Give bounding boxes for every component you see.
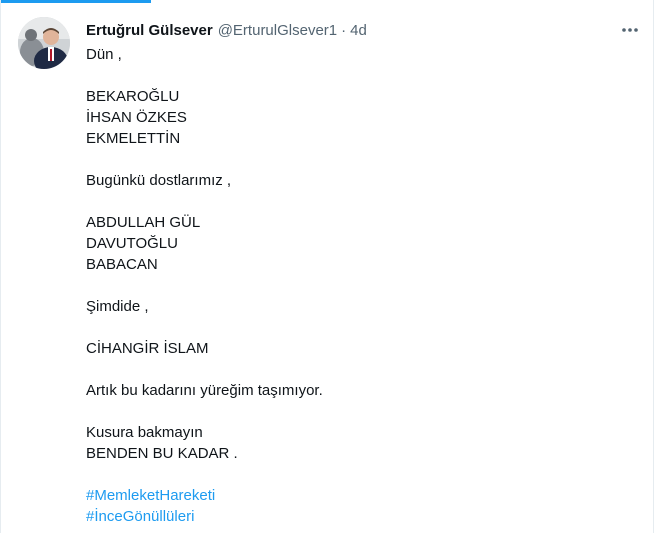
separator-dot: · <box>341 22 347 39</box>
hashtag-link-incegonulluleri[interactable]: #İnceGönüllüleri <box>86 508 194 525</box>
tweet-header: Ertuğrul Gülsever @ErturulGlsever1 · 4d <box>86 20 367 42</box>
tweet-timestamp[interactable]: 4d <box>350 20 367 42</box>
active-tab-indicator <box>1 0 151 3</box>
tweet-line: Bugünkü dostlarımız , <box>86 172 232 189</box>
hashtag-line: #MemleketHareketi <box>86 485 631 506</box>
tweet-line: ABDULLAH GÜL <box>86 214 201 231</box>
tweet-line: BENDEN BU KADAR . <box>86 445 238 462</box>
tweet-line: EKMELETTİN <box>86 130 181 147</box>
tweet-text: Dün , BEKAROĞLU İHSAN ÖZKES EKMELETTİN B… <box>86 44 631 527</box>
hashtag-link-memlekethareketi[interactable]: #MemleketHareketi <box>86 487 215 504</box>
tweet-line: Kusura bakmayın <box>86 424 203 441</box>
tweet-line: İHSAN ÖZKES <box>86 109 187 126</box>
more-horizontal-icon <box>622 28 638 32</box>
tweet-line: BABACAN <box>86 256 158 273</box>
tweet-line: CİHANGİR İSLAM <box>86 340 209 357</box>
tweet-line: Şimdide , <box>86 298 149 315</box>
avatar-photo <box>18 17 70 69</box>
tweet-line: Artık bu kadarını yüreğim taşımıyor. <box>86 382 323 399</box>
tweet-line: DAVUTOĞLU <box>86 235 178 252</box>
author-handle[interactable]: @ErturulGlsever1 <box>218 20 337 42</box>
tweet-card[interactable]: Ertuğrul Gülsever @ErturulGlsever1 · 4d … <box>0 0 654 533</box>
more-options-button[interactable] <box>616 20 644 40</box>
author-name[interactable]: Ertuğrul Gülsever <box>86 20 213 42</box>
tweet-line: BEKAROĞLU <box>86 88 180 105</box>
hashtag-line: #İnceGönüllüleri <box>86 506 631 527</box>
tweet-line: Dün , <box>86 46 122 63</box>
avatar[interactable] <box>18 17 70 69</box>
